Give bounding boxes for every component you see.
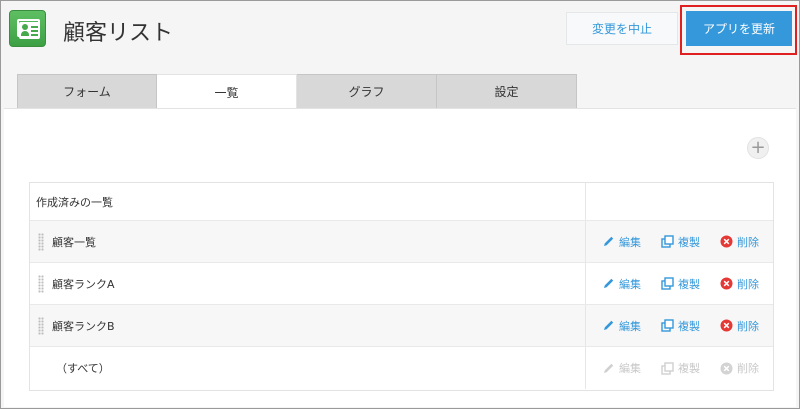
copy-button: 複製 bbox=[661, 347, 700, 389]
edit-button[interactable]: 編集 bbox=[602, 221, 641, 262]
pencil-icon bbox=[602, 235, 615, 248]
app-title: 顧客リスト bbox=[63, 21, 174, 46]
delete-icon bbox=[720, 235, 733, 248]
drag-handle-icon[interactable] bbox=[38, 233, 44, 251]
cancel-changes-button[interactable]: 変更を中止 bbox=[566, 12, 678, 45]
view-list: 作成済みの一覧 顧客一覧 編集 複製 削除 顧客ランクA 編集 複製 削除 顧客… bbox=[29, 182, 774, 391]
view-name: 顧客ランクA bbox=[52, 277, 115, 291]
view-name: 顧客ランクB bbox=[52, 319, 115, 333]
tab-graphs[interactable]: グラフ bbox=[297, 74, 437, 108]
list-item: （すべて） 編集 複製 削除 bbox=[30, 347, 773, 389]
copy-button[interactable]: 複製 bbox=[661, 263, 700, 304]
copy-button[interactable]: 複製 bbox=[661, 305, 700, 346]
view-name: 顧客一覧 bbox=[52, 235, 96, 249]
delete-icon bbox=[720, 319, 733, 332]
edit-button: 編集 bbox=[602, 347, 641, 389]
drag-handle-icon[interactable] bbox=[38, 275, 44, 293]
copy-icon bbox=[661, 235, 674, 248]
tab-form[interactable]: フォーム bbox=[17, 74, 157, 108]
tab-views[interactable]: 一覧 bbox=[157, 74, 297, 109]
list-header-row: 作成済みの一覧 bbox=[30, 183, 773, 221]
drag-handle-icon[interactable] bbox=[38, 317, 44, 335]
copy-icon bbox=[661, 319, 674, 332]
plus-icon[interactable]: + bbox=[747, 137, 769, 159]
delete-icon bbox=[720, 362, 733, 375]
list-item: 顧客ランクB 編集 複製 削除 bbox=[30, 305, 773, 347]
copy-button[interactable]: 複製 bbox=[661, 221, 700, 262]
update-app-button[interactable]: アプリを更新 bbox=[686, 11, 792, 46]
list-item: 顧客一覧 編集 複製 削除 bbox=[30, 221, 773, 263]
delete-button[interactable]: 削除 bbox=[720, 263, 759, 304]
delete-icon bbox=[720, 277, 733, 290]
settings-tabs: フォーム 一覧 グラフ 設定 bbox=[17, 74, 577, 109]
list-header-label: 作成済みの一覧 bbox=[36, 195, 113, 209]
pencil-icon bbox=[602, 319, 615, 332]
copy-icon bbox=[661, 361, 674, 375]
delete-button[interactable]: 削除 bbox=[720, 305, 759, 346]
edit-button[interactable]: 編集 bbox=[602, 263, 641, 304]
customer-card-icon bbox=[9, 10, 46, 47]
delete-button: 削除 bbox=[720, 347, 759, 389]
copy-icon bbox=[661, 277, 674, 290]
pencil-icon bbox=[602, 362, 615, 375]
tab-settings[interactable]: 設定 bbox=[437, 74, 577, 108]
pencil-icon bbox=[602, 277, 615, 290]
list-item: 顧客ランクA 編集 複製 削除 bbox=[30, 263, 773, 305]
edit-button[interactable]: 編集 bbox=[602, 305, 641, 346]
delete-button[interactable]: 削除 bbox=[720, 221, 759, 262]
view-name: （すべて） bbox=[56, 362, 110, 375]
